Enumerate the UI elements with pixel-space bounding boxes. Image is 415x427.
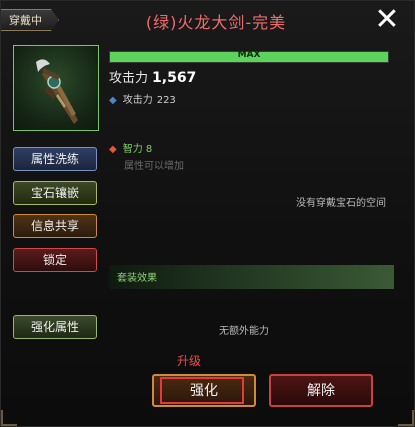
main-attack-label: 攻击力	[109, 71, 149, 86]
intelligence-label: 智力	[122, 144, 143, 155]
release-button[interactable]: 解除	[269, 374, 373, 407]
red-diamond-icon: ◆	[109, 144, 117, 155]
intelligence-stat: ◆ 智力 8	[109, 140, 152, 155]
sub-attack-value: 223	[156, 95, 176, 106]
item-title: (绿)火龙大剑-完美	[145, 13, 287, 32]
main-attack-value: 1,567	[152, 70, 197, 86]
no-extra-ability-text: 无额外能力	[219, 326, 269, 337]
strengthen-button[interactable]: 强化	[152, 374, 256, 407]
intelligence-value: 8	[145, 144, 153, 155]
upgrade-hint: 升级	[177, 354, 202, 368]
sub-attack-label: 攻击力	[122, 95, 153, 106]
sword-icon	[36, 59, 78, 124]
item-icon-frame	[13, 45, 99, 131]
strengthen-highlight	[160, 377, 244, 404]
equipment-detail-panel: 穿戴中 (绿)火龙大剑-完美 ✕ MAX 攻击力 1,567 ◆ 攻击力 223 ◆ 智…	[0, 0, 415, 427]
gem-inlay-button[interactable]: 宝石镶嵌	[13, 181, 97, 205]
set-effect-band: 套装效果	[109, 265, 394, 289]
enhance-attributes-button[interactable]: 强化属性	[13, 315, 97, 339]
level-progress-bar: MAX	[109, 50, 389, 63]
frame-corner	[398, 410, 414, 426]
gem-slot-empty-text: 没有穿戴宝石的空间	[296, 198, 386, 209]
level-progress-label: MAX	[237, 50, 261, 60]
set-effect-label: 套装效果	[117, 273, 157, 284]
info-share-button[interactable]: 信息共享	[13, 214, 97, 238]
sub-attack-stat: ◆ 攻击力 223	[109, 91, 176, 106]
blue-diamond-icon: ◆	[109, 95, 117, 106]
intelligence-note: 属性可以增加	[124, 161, 184, 172]
close-icon[interactable]: ✕	[372, 5, 402, 35]
reforge-attributes-button[interactable]: 属性洗练	[13, 147, 97, 171]
equipped-tag: 穿戴中	[1, 9, 59, 31]
main-attack-stat: 攻击力 1,567	[109, 67, 196, 86]
lock-button[interactable]: 锁定	[13, 248, 97, 272]
frame-corner	[1, 410, 17, 426]
